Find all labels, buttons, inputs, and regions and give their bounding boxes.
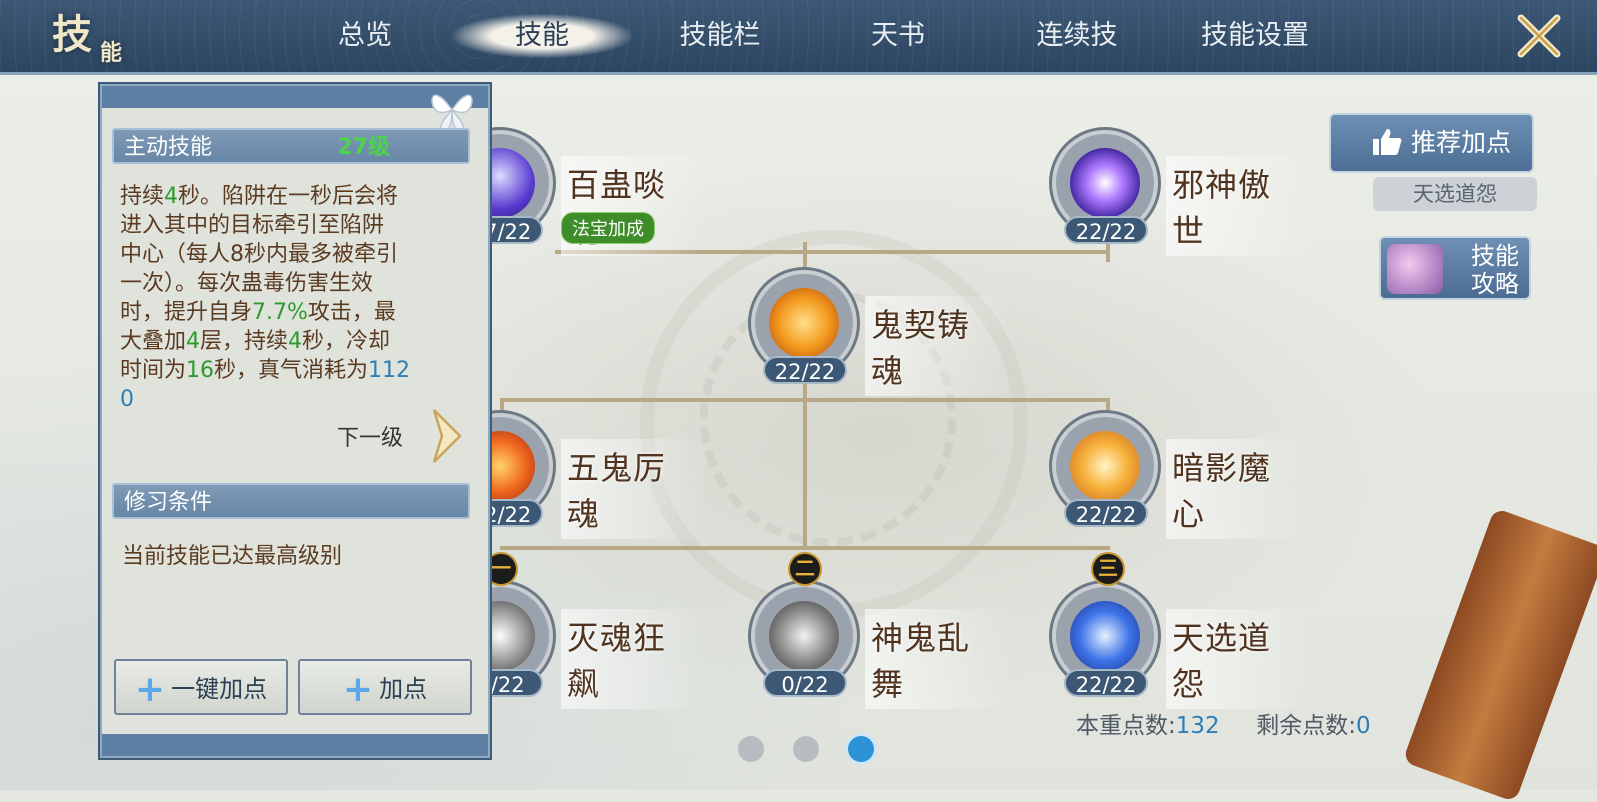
desc-text: 层，持续 bbox=[200, 329, 289, 354]
tab-skills[interactable]: 技能 bbox=[452, 14, 632, 58]
tab-combo[interactable]: 连续技 bbox=[1017, 14, 1137, 58]
total-points-value: 132 bbox=[1175, 713, 1220, 739]
recommend-points-button[interactable]: 推荐加点 bbox=[1329, 113, 1534, 173]
close-icon[interactable] bbox=[1513, 10, 1565, 62]
skill-level: 22/22 bbox=[1064, 499, 1148, 527]
remaining-points-label: 剩余点数: bbox=[1256, 713, 1356, 739]
button-label: 加点 bbox=[379, 675, 428, 703]
desc-text: 秒，冷却 bbox=[302, 329, 391, 354]
skill-node-gui-qi-zhu-hun[interactable]: 鬼契铸魂 22/22 bbox=[751, 270, 1011, 396]
skill-name: 鬼契铸魂 bbox=[865, 296, 1011, 396]
skill-detail-panel: 主动技能 27级 持续4秒。陷阱在一秒后会将 进入其中的目标牵引至陷阱 中心（每… bbox=[100, 84, 490, 758]
desc-line: 中心（每人8秒内最多被牵引 bbox=[120, 242, 398, 267]
tab-overview[interactable]: 总览 bbox=[305, 14, 425, 58]
skill-name: 暗影魔心 bbox=[1166, 439, 1312, 539]
recommend-label: 推荐加点 bbox=[1411, 128, 1512, 157]
skill-name: 天选道怨 bbox=[1166, 609, 1312, 709]
butterfly-close-icon[interactable] bbox=[427, 86, 477, 134]
total-points-label: 本重点数: bbox=[1076, 713, 1176, 739]
plus-icon: + bbox=[342, 669, 374, 710]
desc-value: 4 bbox=[186, 329, 201, 354]
page-dot-3[interactable] bbox=[848, 736, 874, 762]
tree-line bbox=[1106, 398, 1110, 412]
skill-icon bbox=[769, 288, 839, 358]
desc-text: 时，提升自身 bbox=[120, 300, 253, 325]
desc-text: 秒。陷阱在一秒后会将 bbox=[178, 184, 399, 209]
skill-level: 22/22 bbox=[763, 356, 847, 384]
active-skill-header: 主动技能 27级 bbox=[112, 128, 470, 164]
skill-icon bbox=[1070, 431, 1140, 501]
tier-marker-1: 一 bbox=[486, 554, 516, 584]
build-preset-label[interactable]: 天选道怨 bbox=[1373, 177, 1537, 211]
next-level-label[interactable]: 下一级 bbox=[337, 420, 403, 452]
desc-line: 进入其中的目标牵引至陷阱 bbox=[120, 213, 385, 238]
remaining-points-value: 0 bbox=[1355, 713, 1371, 739]
desc-text: 时间为 bbox=[120, 358, 187, 383]
tree-line bbox=[500, 398, 504, 412]
skill-guide-button[interactable]: 技能 攻略 bbox=[1379, 236, 1531, 300]
skill-name: 邪神傲世 bbox=[1166, 156, 1312, 256]
tier-marker-2: 二 bbox=[790, 554, 820, 584]
skill-node-an-ying-mo-xin[interactable]: 暗影魔心 22/22 bbox=[1052, 413, 1312, 539]
desc-text: 秒，真气消耗为 bbox=[214, 358, 369, 383]
skill-name: 灭魂狂飙 bbox=[561, 609, 707, 709]
desc-text: 攻击，最 bbox=[307, 300, 396, 325]
skill-node-shen-gui-luan-wu[interactable]: 神鬼乱舞 0/22 bbox=[751, 583, 1011, 709]
auto-add-points-button[interactable]: + 一键加点 bbox=[114, 659, 288, 715]
desc-line: 一次）。每次蛊毒伤害生效 bbox=[120, 271, 374, 296]
desc-value: 4 bbox=[164, 184, 179, 209]
button-label: 一键加点 bbox=[171, 675, 268, 703]
skill-level: 22/22 bbox=[1064, 216, 1148, 244]
next-level-arrow-icon[interactable] bbox=[430, 406, 464, 466]
tab-skill-settings[interactable]: 技能设置 bbox=[1190, 14, 1320, 58]
thumbs-up-icon bbox=[1373, 129, 1402, 155]
skill-icon bbox=[769, 601, 839, 671]
requirement-label: 修习条件 bbox=[124, 490, 213, 515]
talisman-bonus-badge: 法宝加成 bbox=[561, 212, 655, 244]
points-summary: 本重点数:132 剩余点数:0 bbox=[1076, 706, 1371, 740]
requirement-text: 当前技能已达最高级别 bbox=[122, 544, 343, 569]
skill-name: 神鬼乱舞 bbox=[865, 609, 1011, 709]
desc-line: 时，提升自身7.7%攻击，最 bbox=[120, 298, 472, 327]
skill-icon bbox=[1070, 601, 1140, 671]
desc-text: 大叠加 bbox=[120, 329, 187, 354]
top-nav-bar: 技能 总览 技能 技能栏 天书 连续技 技能设置 bbox=[0, 0, 1597, 75]
skill-description: 持续4秒。陷阱在一秒后会将 进入其中的目标牵引至陷阱 中心（每人8秒内最多被牵引… bbox=[120, 182, 472, 488]
desc-value: 112 bbox=[368, 358, 411, 383]
desc-line: 时间为16秒，真气消耗为112 bbox=[120, 356, 472, 385]
skill-level-label: 27级 bbox=[337, 135, 390, 160]
tree-line bbox=[500, 546, 1110, 550]
skill-node-xie-shen-ao-shi[interactable]: 邪神傲世 22/22 bbox=[1052, 130, 1312, 256]
desc-value: 4 bbox=[288, 329, 303, 354]
skill-icon bbox=[1070, 148, 1140, 218]
page-dot-1[interactable] bbox=[738, 736, 764, 762]
nav-pattern bbox=[0, 0, 1597, 72]
desc-value: 16 bbox=[186, 358, 215, 383]
desc-line: 0 bbox=[120, 387, 134, 412]
desc-line: 大叠加4层，持续4秒，冷却 bbox=[120, 327, 472, 356]
requirement-header: 修习条件 bbox=[112, 483, 470, 519]
title-char-main: 技 bbox=[52, 11, 100, 58]
add-point-button[interactable]: + 加点 bbox=[298, 659, 472, 715]
guide-scroll-icon bbox=[1387, 244, 1443, 294]
title-char-small: 能 bbox=[100, 40, 131, 66]
plus-icon: + bbox=[134, 669, 166, 710]
skill-name: 五鬼厉魂 bbox=[561, 439, 707, 539]
skill-type-label: 主动技能 bbox=[124, 135, 213, 160]
page-dot-2[interactable] bbox=[793, 736, 819, 762]
desc-line: 持续4秒。陷阱在一秒后会将 bbox=[120, 182, 472, 211]
skill-level: 0/22 bbox=[763, 669, 847, 697]
tab-skill-bar[interactable]: 技能栏 bbox=[660, 14, 780, 58]
panel-bottom-bar bbox=[102, 734, 488, 756]
desc-value: 7.7% bbox=[252, 300, 308, 325]
skill-level: 22/22 bbox=[1064, 669, 1148, 697]
tab-heaven-book[interactable]: 天书 bbox=[838, 14, 958, 58]
window-title: 技能 bbox=[52, 2, 130, 67]
desc-text: 持续 bbox=[120, 184, 165, 209]
tree-line bbox=[803, 370, 807, 550]
tier-marker-3: 三 bbox=[1093, 554, 1123, 584]
skill-node-tian-xuan-dao-yuan[interactable]: 天选道怨 22/22 bbox=[1052, 583, 1312, 709]
